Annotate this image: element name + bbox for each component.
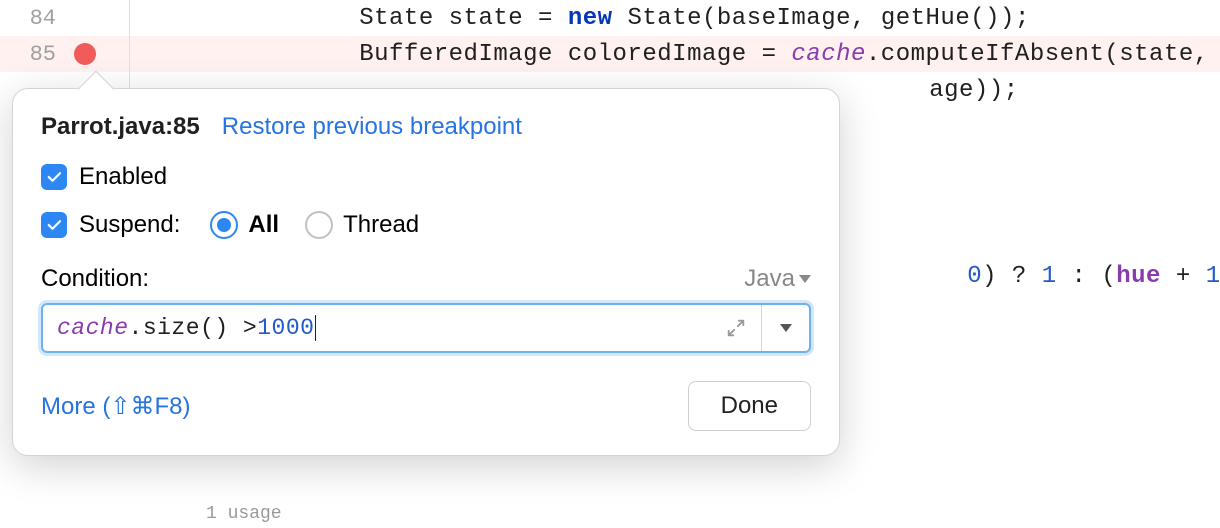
- condition-header-row: Condition: Java: [41, 265, 811, 293]
- restore-previous-breakpoint-link[interactable]: Restore previous breakpoint: [222, 113, 522, 141]
- checkmark-icon: [45, 168, 63, 186]
- code-token: age));: [929, 77, 1018, 104]
- code-token: : (: [1057, 263, 1117, 290]
- code-token-num: 0: [967, 263, 982, 290]
- gutter-breakpoint-area[interactable]: [70, 36, 130, 72]
- condition-language-dropdown[interactable]: Java: [744, 265, 811, 293]
- suspend-all-label: All: [248, 211, 279, 239]
- code-token: ) ?: [982, 263, 1042, 290]
- code-token-num: 1: [1042, 263, 1057, 290]
- caret-down-icon: [799, 275, 811, 283]
- text-cursor-icon: [315, 315, 316, 341]
- line-number: 84: [0, 6, 70, 31]
- breakpoint-location-title: Parrot.java:85: [41, 113, 200, 141]
- code-token: .size() >: [129, 315, 258, 341]
- checkmark-icon: [45, 216, 63, 234]
- more-options-link[interactable]: More (⇧⌘F8): [41, 392, 190, 421]
- code-token-num: 1: [1206, 263, 1220, 290]
- breakpoint-icon[interactable]: [74, 43, 96, 65]
- usage-count[interactable]: 1 usage: [0, 504, 282, 524]
- suspend-all-radio[interactable]: [210, 211, 238, 239]
- code-token-field: cache: [57, 315, 129, 341]
- language-label: Java: [744, 265, 795, 293]
- gutter-breakpoint-area[interactable]: [70, 0, 130, 36]
- suspend-checkbox[interactable]: [41, 212, 67, 238]
- code-token-field: hue: [1116, 263, 1161, 290]
- condition-label: Condition:: [41, 265, 149, 293]
- enabled-label: Enabled: [79, 163, 167, 191]
- popover-footer: More (⇧⌘F8) Done: [41, 381, 811, 431]
- radio-dot-icon: [217, 218, 231, 232]
- code-area: 84 State state = new State(baseImage, ge…: [0, 0, 1220, 72]
- suspend-thread-radio[interactable]: [305, 211, 333, 239]
- expand-icon: [725, 317, 747, 339]
- line-number: 85: [0, 42, 70, 67]
- breakpoint-popover: Parrot.java:85 Restore previous breakpoi…: [12, 88, 840, 456]
- condition-input[interactable]: cache.size() > 1000: [43, 305, 711, 351]
- suspend-thread-label: Thread: [343, 211, 419, 239]
- suspend-row: Suspend: All Thread: [41, 211, 811, 239]
- popover-title-row: Parrot.java:85 Restore previous breakpoi…: [41, 113, 811, 141]
- condition-field: cache.size() > 1000: [41, 303, 811, 353]
- enabled-checkbox[interactable]: [41, 164, 67, 190]
- suspend-label: Suspend:: [79, 211, 180, 239]
- expand-condition-button[interactable]: [711, 305, 761, 351]
- suspend-radio-group: All Thread: [210, 211, 419, 239]
- done-button[interactable]: Done: [688, 381, 811, 431]
- caret-down-icon: [780, 324, 792, 332]
- code-token-num: 1000: [257, 315, 314, 341]
- enabled-row: Enabled: [41, 163, 811, 191]
- condition-history-dropdown[interactable]: [761, 305, 809, 351]
- code-token: +: [1161, 263, 1206, 290]
